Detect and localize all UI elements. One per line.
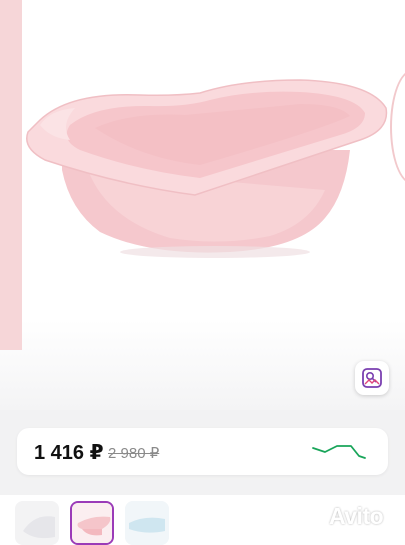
thumbnail-image — [72, 503, 112, 543]
price-history-chart-icon[interactable] — [311, 442, 367, 462]
thumbnail-image — [125, 501, 169, 545]
product-image — [26, 79, 388, 258]
watermark-text: Avito — [329, 503, 384, 529]
thumbnail-item[interactable] — [125, 501, 169, 545]
price-card[interactable]: 1 416 ₽ 2 980 ₽ — [17, 428, 388, 475]
avito-watermark: Avito — [297, 503, 384, 530]
old-price: 2 980 ₽ — [108, 445, 160, 462]
avito-logo-icon — [299, 505, 324, 529]
search-by-photo-button[interactable] — [355, 361, 389, 395]
current-price: 1 416 ₽ — [34, 442, 104, 464]
product-image-gallery[interactable] — [0, 0, 405, 410]
tub-shadow — [120, 246, 310, 258]
thumbnail-item[interactable] — [15, 501, 59, 545]
thumbnail-image — [15, 501, 59, 545]
image-search-icon — [362, 368, 382, 388]
thumbnail-item-active[interactable] — [70, 501, 114, 545]
